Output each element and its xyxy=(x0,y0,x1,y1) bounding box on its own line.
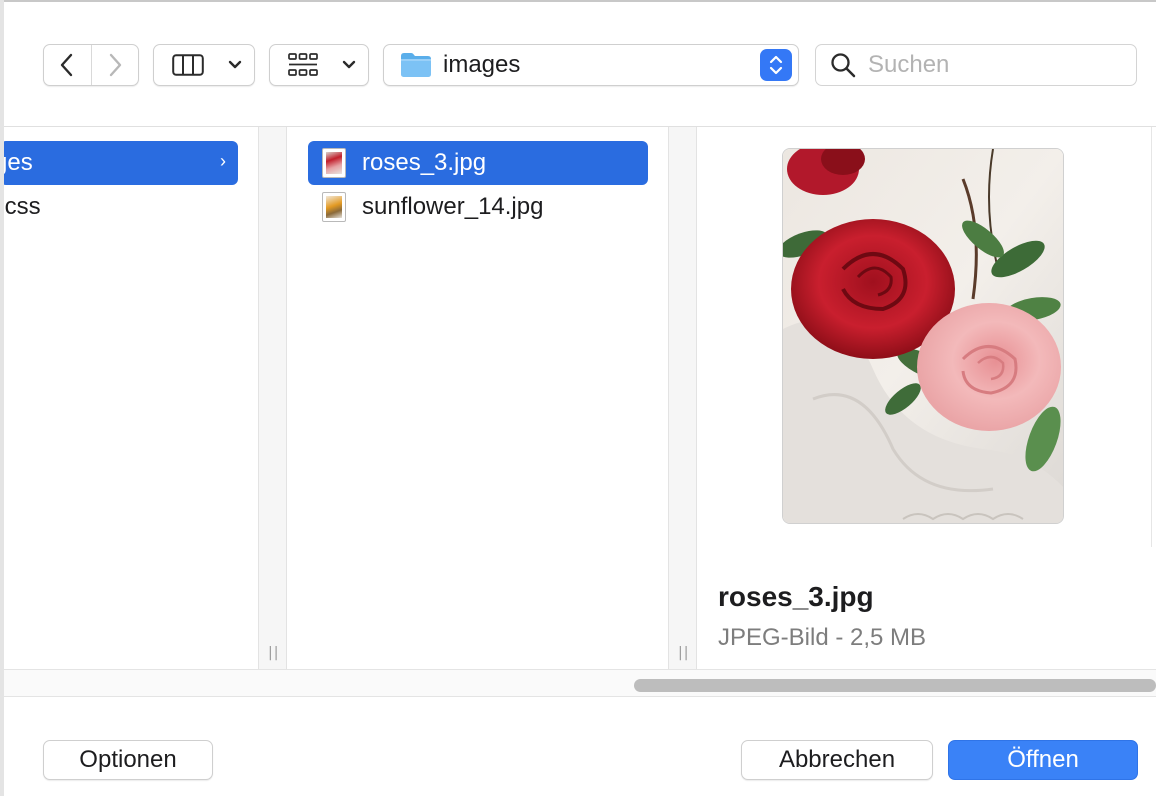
forward-arrow-icon xyxy=(109,53,122,77)
column-resize-handle[interactable]: || xyxy=(258,127,287,669)
preview-file-name: roses_3.jpg xyxy=(718,581,874,612)
preview-pane: roses_3.jpg JPEG-Bild - 2,5 MB xyxy=(697,127,1156,669)
scrollbar-thumb[interactable] xyxy=(634,679,1156,692)
window-left-border xyxy=(0,0,4,796)
list-item-label: .css xyxy=(0,193,41,220)
grip-icon: || xyxy=(678,645,690,661)
group-button[interactable] xyxy=(269,44,369,86)
group-grid-icon xyxy=(288,53,318,76)
location-popup[interactable]: images xyxy=(383,44,799,86)
files-column: roses_3.jpg sunflower_14.jpg xyxy=(287,127,668,669)
back-arrow-icon xyxy=(61,53,73,77)
file-row[interactable]: sunflower_14.jpg xyxy=(308,185,648,229)
options-button[interactable]: Optionen xyxy=(43,740,213,780)
bottom-bar: Optionen Abbrechen Öffnen xyxy=(0,698,1156,796)
roses-thumbnail-icon xyxy=(322,148,346,178)
toolbar: images xyxy=(0,2,1156,126)
search-field[interactable] xyxy=(815,44,1137,86)
navigation-buttons xyxy=(43,44,139,86)
list-item-label: ges xyxy=(0,149,33,176)
preview-file-info: JPEG-Bild - 2,5 MB xyxy=(718,624,927,651)
location-stepper[interactable] xyxy=(760,49,792,81)
chevron-down-icon xyxy=(342,60,356,69)
column-resize-handle[interactable]: || xyxy=(668,127,697,669)
view-mode-button[interactable] xyxy=(153,44,255,86)
parent-column: ges › .css xyxy=(0,127,258,669)
back-button[interactable] xyxy=(44,45,91,85)
chevron-down-icon xyxy=(228,60,242,69)
search-icon xyxy=(831,53,856,78)
preview-divider xyxy=(1151,127,1152,547)
search-input[interactable] xyxy=(868,51,1118,79)
file-row[interactable]: roses_3.jpg xyxy=(308,141,648,185)
grip-icon: || xyxy=(268,645,280,661)
chevron-right-icon: › xyxy=(220,151,226,171)
column-browser: ges › .css || roses_3.jpg sunflower_14.j… xyxy=(0,126,1156,698)
folder-icon xyxy=(401,53,431,77)
column-view-icon xyxy=(172,54,204,76)
list-item[interactable]: .css xyxy=(0,185,238,229)
preview-image xyxy=(782,148,1064,524)
location-label: images xyxy=(443,51,521,78)
file-name: roses_3.jpg xyxy=(362,149,487,176)
sunflower-thumbnail-icon xyxy=(322,192,346,222)
open-button[interactable]: Öffnen xyxy=(948,740,1138,780)
cancel-button[interactable]: Abbrechen xyxy=(741,740,933,780)
file-name: sunflower_14.jpg xyxy=(362,193,544,220)
forward-button[interactable] xyxy=(90,45,138,85)
list-item[interactable]: ges › xyxy=(0,141,238,185)
stepper-icon xyxy=(769,55,783,75)
horizontal-scrollbar[interactable] xyxy=(0,669,1156,697)
